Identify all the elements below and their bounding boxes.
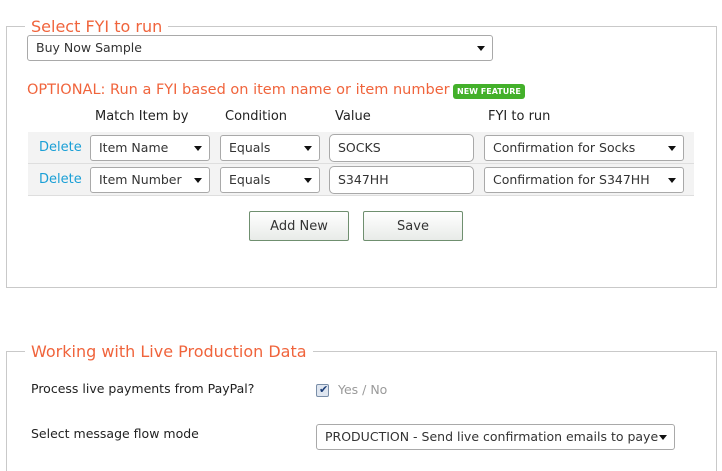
column-header-match-by: Match Item by <box>95 109 189 124</box>
condition-select[interactable]: Equals <box>220 135 320 161</box>
chevron-down-icon <box>304 178 312 183</box>
paypal-label: Process live payments from PayPal? <box>31 381 255 396</box>
row-divider <box>28 195 694 196</box>
chevron-down-icon <box>304 146 312 151</box>
flow-mode-select[interactable]: PRODUCTION - Send live confirmation emai… <box>316 424 675 450</box>
fyi-select[interactable]: Buy Now Sample <box>27 35 493 61</box>
column-header-condition: Condition <box>225 109 288 124</box>
column-header-value: Value <box>335 109 371 124</box>
chevron-down-icon <box>668 146 676 151</box>
live-production-panel: Working with Live Production Data <box>6 342 717 471</box>
fyi-to-run-select[interactable]: Confirmation for S347HH <box>484 167 684 193</box>
paypal-live-checkbox[interactable]: ✔ <box>316 383 329 397</box>
chevron-down-icon <box>659 435 667 440</box>
chevron-down-icon <box>668 178 676 183</box>
chevron-down-icon <box>477 46 485 51</box>
fyi-select-value: Buy Now Sample <box>36 40 142 55</box>
chevron-down-icon <box>194 178 202 183</box>
condition-select[interactable]: Equals <box>220 167 320 193</box>
match-by-value: Item Name <box>99 140 169 155</box>
add-new-button[interactable]: Add New <box>249 211 349 241</box>
fyi-to-run-value: Confirmation for S347HH <box>493 172 650 187</box>
value-input[interactable]: S347HH <box>329 166 474 194</box>
optional-heading: OPTIONAL: Run a FYI based on item name o… <box>27 82 450 98</box>
fyi-to-run-value: Confirmation for Socks <box>493 140 636 155</box>
flow-mode-value: PRODUCTION - Send live confirmation emai… <box>325 429 659 444</box>
condition-value: Equals <box>229 172 271 187</box>
match-by-select[interactable]: Item Number <box>90 167 210 193</box>
new-feature-badge: NEW FEATURE <box>453 84 525 99</box>
flow-mode-label: Select message flow mode <box>31 426 199 441</box>
save-button[interactable]: Save <box>363 211 463 241</box>
column-header-fyi: FYI to run <box>488 109 551 124</box>
match-by-value: Item Number <box>99 172 182 187</box>
fyi-to-run-select[interactable]: Confirmation for Socks <box>484 135 684 161</box>
checkmark-icon: ✔ <box>319 383 329 396</box>
delete-link[interactable]: Delete <box>39 172 82 187</box>
match-by-select[interactable]: Item Name <box>90 135 210 161</box>
live-panel-legend: Working with Live Production Data <box>31 342 307 361</box>
chevron-down-icon <box>194 146 202 151</box>
fyi-panel-legend: Select FYI to run <box>31 17 163 36</box>
delete-link[interactable]: Delete <box>39 140 82 155</box>
value-input[interactable]: SOCKS <box>329 134 474 162</box>
condition-value: Equals <box>229 140 271 155</box>
paypal-toggle-text: Yes / No <box>338 382 388 397</box>
